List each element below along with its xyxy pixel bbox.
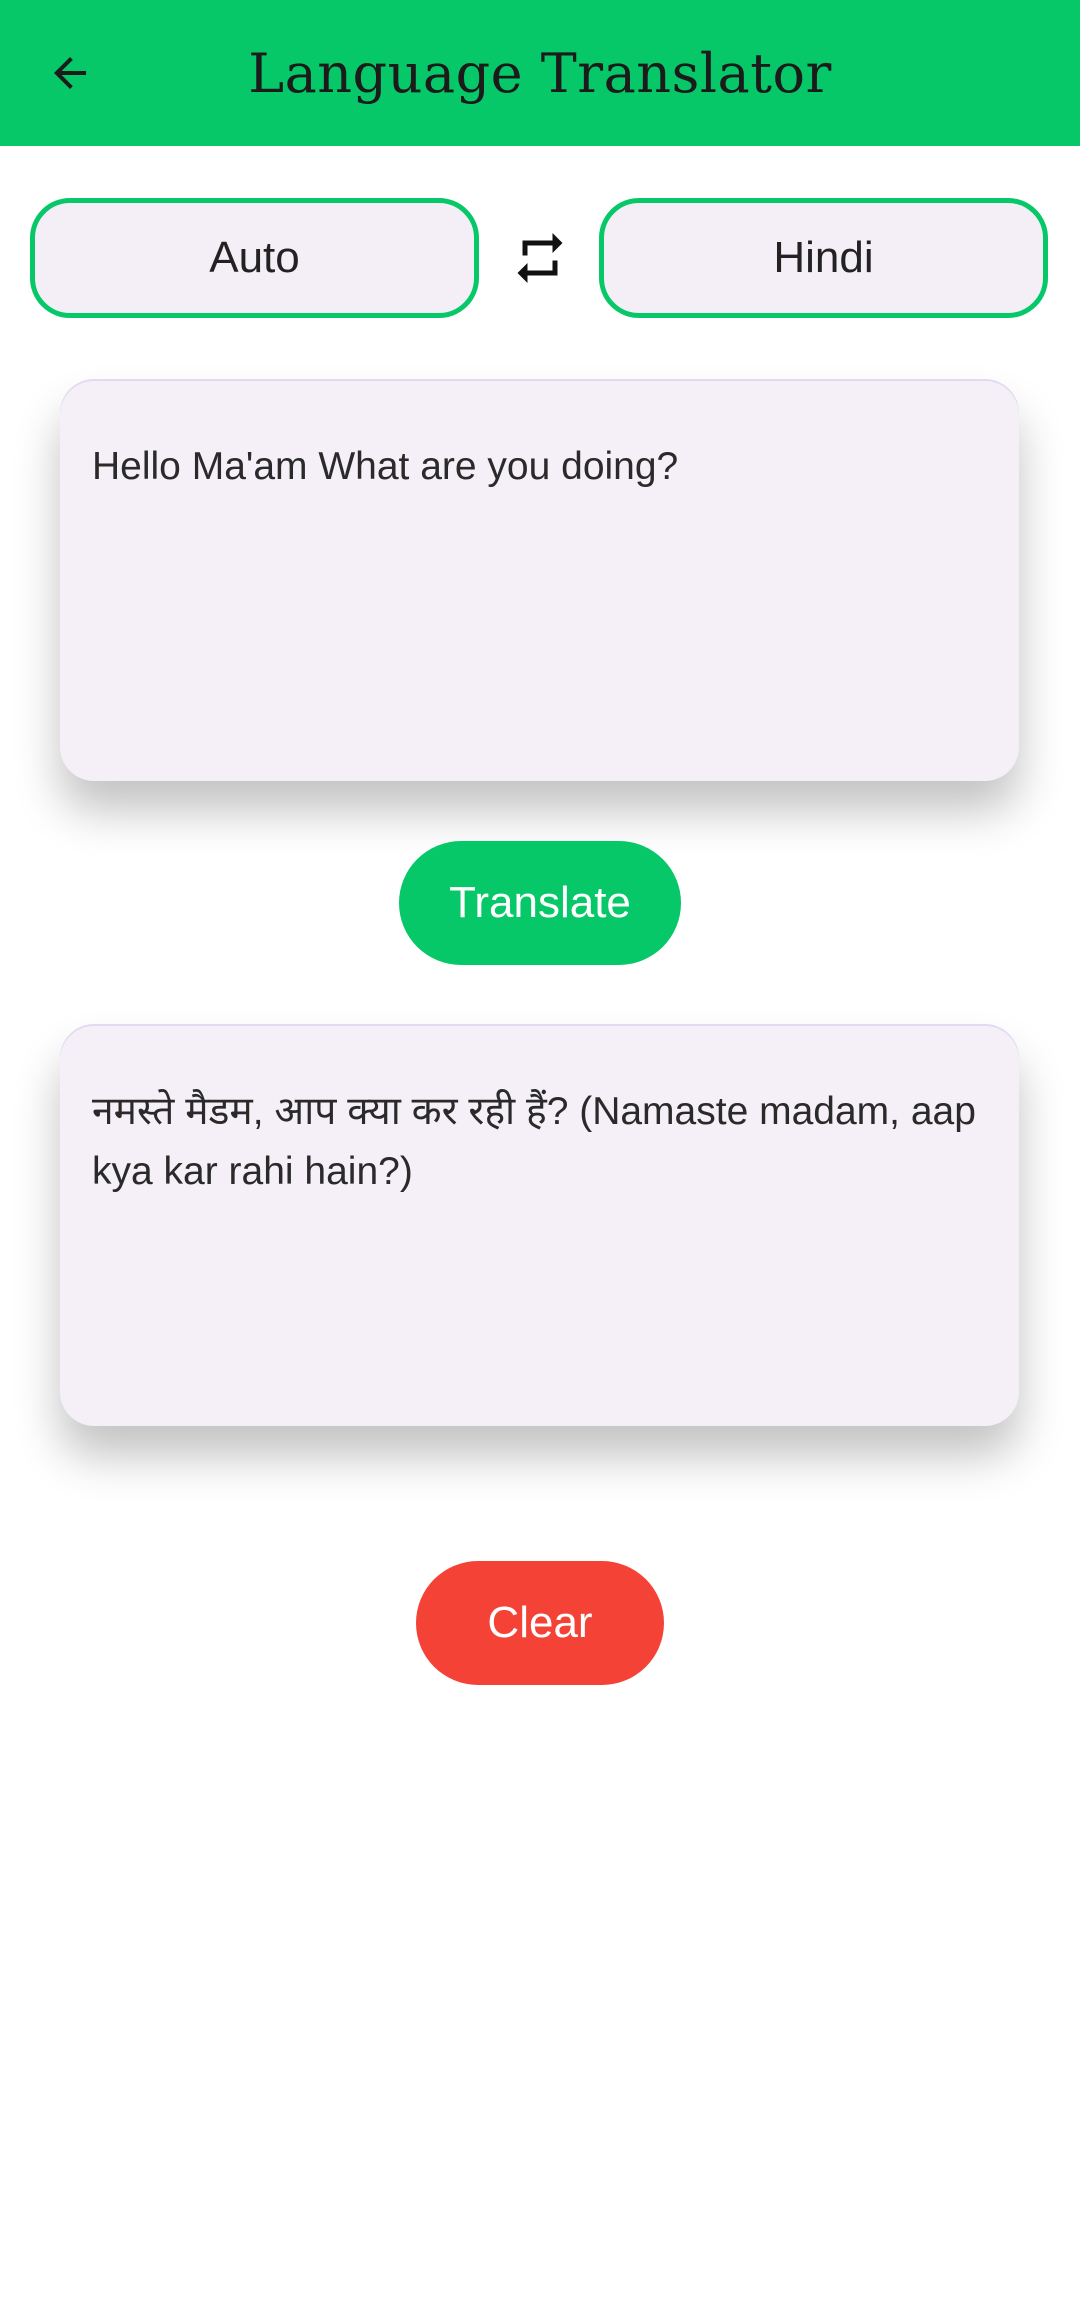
translate-button-label: Translate <box>449 878 631 927</box>
clear-button-label: Clear <box>487 1598 593 1647</box>
source-language-button[interactable]: Auto <box>30 198 479 318</box>
back-button[interactable] <box>30 33 110 113</box>
arrow-left-icon <box>54 57 86 89</box>
translate-button[interactable]: Translate <box>399 841 681 965</box>
source-language-label: Auto <box>209 233 300 282</box>
input-text-field[interactable]: Hello Ma'am What are you doing? <box>60 381 1019 781</box>
swap-languages-button[interactable] <box>500 222 580 294</box>
swap-arrows-icon <box>517 233 563 283</box>
clear-button[interactable]: Clear <box>416 1561 664 1685</box>
output-text: नमस्ते मैडम, आप क्या कर रही हैं? (Namast… <box>92 1090 976 1193</box>
target-language-label: Hindi <box>773 233 874 282</box>
output-text-field[interactable]: नमस्ते मैडम, आप क्या कर रही हैं? (Namast… <box>60 1026 1019 1426</box>
target-language-button[interactable]: Hindi <box>599 198 1048 318</box>
input-text: Hello Ma'am What are you doing? <box>92 445 679 488</box>
app-bar: Language Translator <box>0 0 1080 146</box>
app-title: Language Translator <box>248 41 832 105</box>
